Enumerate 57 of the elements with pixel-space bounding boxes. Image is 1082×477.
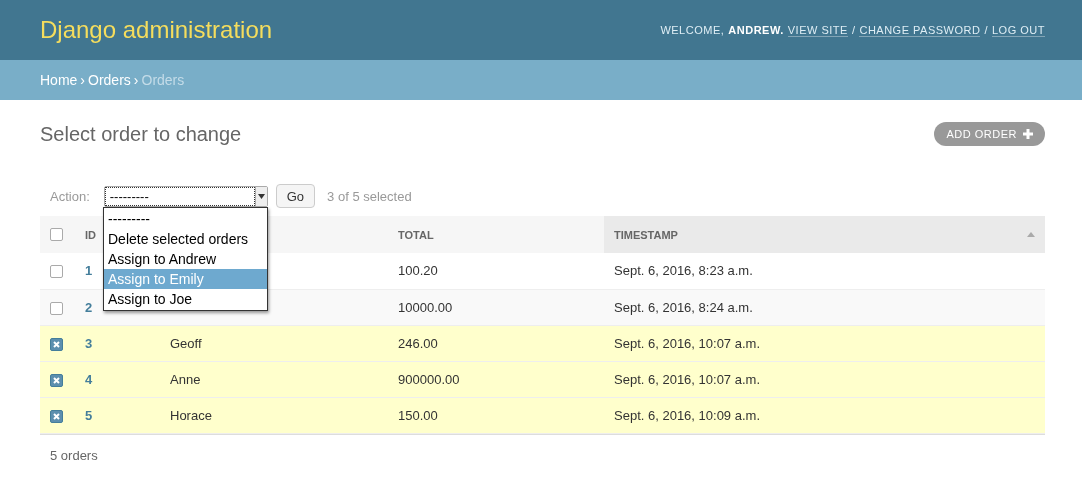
separator: / [851,24,856,36]
checkbox[interactable] [50,337,63,351]
dropdown-option[interactable]: Assign to Joe [104,289,267,309]
order-id-link[interactable]: 5 [85,407,93,423]
cross-icon [51,410,62,422]
sort-ascending-icon[interactable] [1027,232,1035,237]
column-header[interactable]: TOTAL [398,228,434,241]
cross-icon [51,338,62,350]
checkbox[interactable] [50,265,63,279]
header-link[interactable]: CHANGE PASSWORD [859,23,981,37]
order-id-link[interactable]: 2 [85,299,93,315]
timestamp-cell: Sept. 6, 2016, 10:07 a.m. [614,335,760,351]
caret-icon [257,193,265,199]
separator: / [984,24,988,36]
total-cell: 100.20 [398,263,438,279]
dropdown-option[interactable]: Assign to Emily [104,269,267,289]
timestamp-cell: Sept. 6, 2016, 10:07 a.m. [614,371,760,387]
timestamp-cell: Sept. 6, 2016, 8:24 a.m. [614,299,753,315]
checkbox[interactable] [50,409,63,423]
order-id-link[interactable]: 3 [85,335,93,351]
action-label: Action: [50,188,90,204]
plus-icon [1023,129,1033,139]
site-title[interactable]: Django administration [40,16,273,44]
checkbox[interactable] [50,228,63,242]
order-id-link[interactable]: 4 [85,371,93,387]
breadcrumb-link[interactable]: Orders [88,72,131,88]
cross-icon [51,374,62,386]
action-select[interactable]: --------- [103,185,268,207]
total-cell: 246.00 [398,335,438,351]
timestamp-cell: Sept. 6, 2016, 10:09 a.m. [614,407,760,423]
dropdown-option[interactable]: Assign to Andrew [104,249,267,269]
dropdown-option[interactable]: --------- [104,209,267,229]
breadcrumb-link[interactable]: Home [40,72,78,88]
column-header[interactable]: ID [85,228,96,241]
welcome-text: WELCOME, [660,24,725,36]
total-cell: 900000.00 [398,371,460,387]
customer-cell: Horace [170,407,212,423]
page-title: Select order to change [40,122,242,146]
column-header[interactable]: TIMESTAMP [614,228,678,241]
order-id-link[interactable]: 1 [85,263,93,279]
result-count: 5 orders [50,448,98,463]
add-order-button[interactable]: ADD ORDER [934,122,1045,146]
total-cell: 10000.00 [398,299,453,315]
checkbox[interactable] [50,373,63,387]
customer-cell: Anne [170,371,201,387]
user-name: ANDREW. [728,24,784,36]
go-button[interactable]: Go [275,184,316,208]
header-link[interactable]: LOG OUT [992,23,1045,37]
dropdown-option[interactable]: Delete selected orders [104,229,267,249]
selection-counter: 3 of 5 selected [327,188,412,204]
checkbox[interactable] [50,301,63,315]
breadcrumb-separator: › [133,72,139,88]
customer-cell: Geoff [170,335,202,351]
timestamp-cell: Sept. 6, 2016, 8:23 a.m. [614,263,753,279]
header-link[interactable]: VIEW SITE [787,23,848,37]
breadcrumb-separator: › [80,72,86,88]
total-cell: 150.00 [398,407,438,423]
